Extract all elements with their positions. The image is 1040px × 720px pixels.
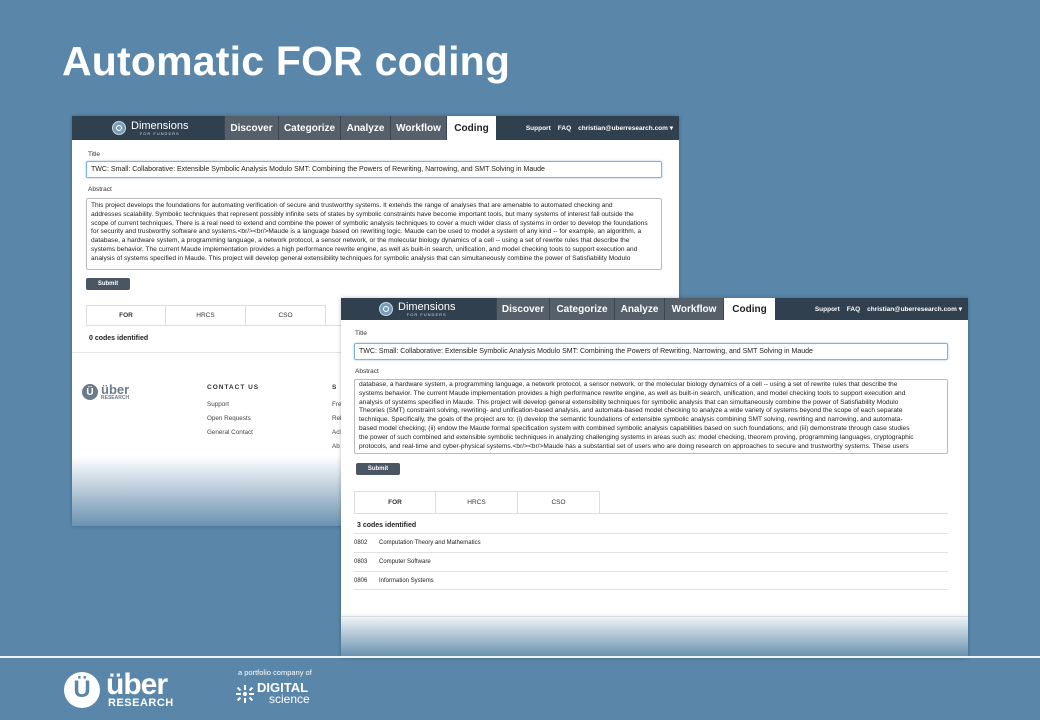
- app-topbar: Dimensions FOR FUNDERS Discover Categori…: [72, 116, 679, 140]
- uber-logo-icon: Ü: [82, 384, 98, 401]
- tab-divider: [354, 513, 948, 514]
- footer-uber-logo: Ü über RESEARCH: [82, 382, 130, 401]
- abstract-line: addresses scalability. Symbolic techniqu…: [91, 210, 634, 218]
- title-input[interactable]: TWC: Small: Collaborative: Extensible Sy…: [354, 343, 948, 360]
- code-name: Information Systems: [379, 577, 434, 584]
- footer-link-general-contact[interactable]: General Contact: [207, 429, 253, 436]
- tab-cso[interactable]: CSO: [518, 491, 600, 513]
- footer-link-open-requests[interactable]: Open Requests: [207, 415, 251, 422]
- faq-link[interactable]: FAQ: [558, 125, 571, 132]
- code-name: Computation Theory and Mathematics: [379, 540, 481, 546]
- footer-brand-big: über: [101, 382, 130, 397]
- code-name: Computer Software: [379, 559, 431, 565]
- digital-brand-small: science: [269, 692, 310, 707]
- logo-sub: FOR FUNDERS: [139, 130, 180, 136]
- code-number: 0803: [354, 559, 368, 565]
- contact-us-heading: CONTACT US: [207, 384, 260, 391]
- digital-science-logo: DIGITAL science: [236, 681, 310, 707]
- classification-tabs: FOR HRCS CSO: [86, 305, 326, 326]
- abstract-line: based model checking; (ii) endow the Mau…: [359, 424, 910, 432]
- abstract-line: for security and trustworthy software an…: [91, 228, 642, 236]
- digital-science-icon: [236, 684, 254, 703]
- uber-brand-small: RESEARCH: [108, 697, 174, 709]
- abstract-line: Theories (SMT) constraint solving, rewri…: [359, 407, 903, 415]
- code-row[interactable]: 0806 Information Systems: [354, 571, 948, 590]
- tab-hrcs[interactable]: HRCS: [436, 491, 518, 513]
- main-nav: Discover Categorize Analyze Workflow Cod…: [224, 116, 496, 140]
- main-nav: Discover Categorize Analyze Workflow Cod…: [496, 298, 775, 320]
- tab-hrcs[interactable]: HRCS: [166, 305, 246, 325]
- abstract-line: scope of current techniques. There is a …: [91, 219, 648, 227]
- codes-count: 3 codes identified: [357, 522, 417, 529]
- logo-sub: FOR FUNDERS: [406, 311, 447, 317]
- uber-brand-big: über: [106, 668, 168, 701]
- nav-tab-analyze[interactable]: Analyze: [340, 116, 390, 140]
- code-number: 0806: [354, 577, 368, 584]
- classification-tabs: FOR HRCS CSO: [354, 491, 600, 514]
- logo-name: Dimensions: [131, 119, 189, 132]
- abstract-label: Abstract: [355, 368, 379, 375]
- support-link[interactable]: Support: [815, 306, 840, 313]
- nav-tab-coding[interactable]: Coding: [446, 116, 496, 140]
- nav-tab-coding[interactable]: Coding: [723, 298, 775, 320]
- nav-tab-workflow[interactable]: Workflow: [390, 116, 446, 140]
- dimensions-logo[interactable]: Dimensions FOR FUNDERS: [379, 298, 455, 320]
- footer-divider: [0, 656, 1040, 658]
- screenshot-window-front: Dimensions FOR FUNDERS Discover Categori…: [341, 298, 968, 658]
- user-menu[interactable]: christian@uberresearch.com ▾: [867, 305, 962, 313]
- tab-for[interactable]: FOR: [86, 305, 166, 325]
- title-label: Title: [88, 151, 101, 158]
- submit-button[interactable]: Submit: [356, 463, 400, 475]
- footer-col2-heading: S: [332, 384, 338, 391]
- footer-col2-link[interactable]: Acl: [332, 429, 341, 436]
- nav-tab-discover[interactable]: Discover: [224, 116, 278, 140]
- abstract-line: database, a hardware system, a programmi…: [359, 381, 898, 388]
- tab-for[interactable]: FOR: [354, 491, 436, 513]
- dimensions-logo[interactable]: Dimensions FOR FUNDERS: [112, 116, 188, 140]
- app-topbar: Dimensions FOR FUNDERS Discover Categori…: [341, 298, 968, 320]
- nav-tab-categorize[interactable]: Categorize: [278, 116, 340, 140]
- abstract-line: analysis of systems specified in Maude. …: [359, 398, 899, 406]
- logo-name: Dimensions: [398, 300, 456, 313]
- abstract-line: database, a hardware system, a programmi…: [91, 237, 630, 245]
- abstract-line: systems behavior. The current Maude impl…: [359, 389, 906, 397]
- abstract-line: systems behavior. The current Maude impl…: [91, 245, 638, 253]
- support-link[interactable]: Support: [526, 125, 551, 132]
- nav-tab-workflow[interactable]: Workflow: [664, 298, 723, 320]
- footer-brand-small: RESEARCH: [101, 394, 130, 401]
- slide-title: Automatic FOR coding: [62, 38, 511, 84]
- portfolio-text: a portfolio company of: [238, 668, 312, 677]
- uber-logo-icon: Ü: [64, 671, 100, 708]
- abstract-line: technique. Specifically, the goals of th…: [359, 416, 903, 424]
- header-links: Support FAQ christian@uberresearch.com ▾: [526, 116, 673, 140]
- abstract-textarea[interactable]: database, a hardware system, a programmi…: [354, 379, 948, 454]
- header-links: Support FAQ christian@uberresearch.com ▾: [815, 298, 962, 320]
- uber-research-logo: Ü über RESEARCH: [64, 670, 174, 709]
- dimensions-logo-icon: [379, 302, 393, 316]
- reflection-fade: [341, 612, 968, 658]
- code-row[interactable]: 0803 Computer Software: [354, 552, 948, 571]
- user-menu[interactable]: christian@uberresearch.com ▾: [578, 124, 673, 132]
- nav-tab-analyze[interactable]: Analyze: [614, 298, 664, 320]
- footer-col2-link[interactable]: Ab: [332, 443, 340, 450]
- abstract-line: protocols, and real-time and cyber-physi…: [359, 442, 909, 450]
- code-number: 0802: [354, 540, 368, 546]
- code-row[interactable]: 0802 Computation Theory and Mathematics: [354, 533, 948, 552]
- nav-tab-categorize[interactable]: Categorize: [549, 298, 614, 320]
- title-label: Title: [355, 330, 368, 337]
- footer-link-support[interactable]: Support: [207, 401, 229, 408]
- codes-count: 0 codes identified: [89, 335, 149, 342]
- nav-tab-discover[interactable]: Discover: [496, 298, 549, 320]
- title-input[interactable]: TWC: Small: Collaborative: Extensible Sy…: [86, 161, 662, 178]
- faq-link[interactable]: FAQ: [847, 306, 860, 313]
- abstract-textarea[interactable]: This project develops the foundations fo…: [86, 198, 662, 270]
- abstract-line: the power of such combined and extensibl…: [359, 433, 914, 441]
- tab-cso[interactable]: CSO: [246, 305, 326, 325]
- submit-button[interactable]: Submit: [86, 278, 130, 290]
- abstract-line: analysis of systems specified in Maude. …: [91, 254, 631, 262]
- dimensions-logo-icon: [112, 121, 126, 135]
- abstract-label: Abstract: [88, 186, 112, 193]
- abstract-line: This project develops the foundations fo…: [91, 202, 613, 209]
